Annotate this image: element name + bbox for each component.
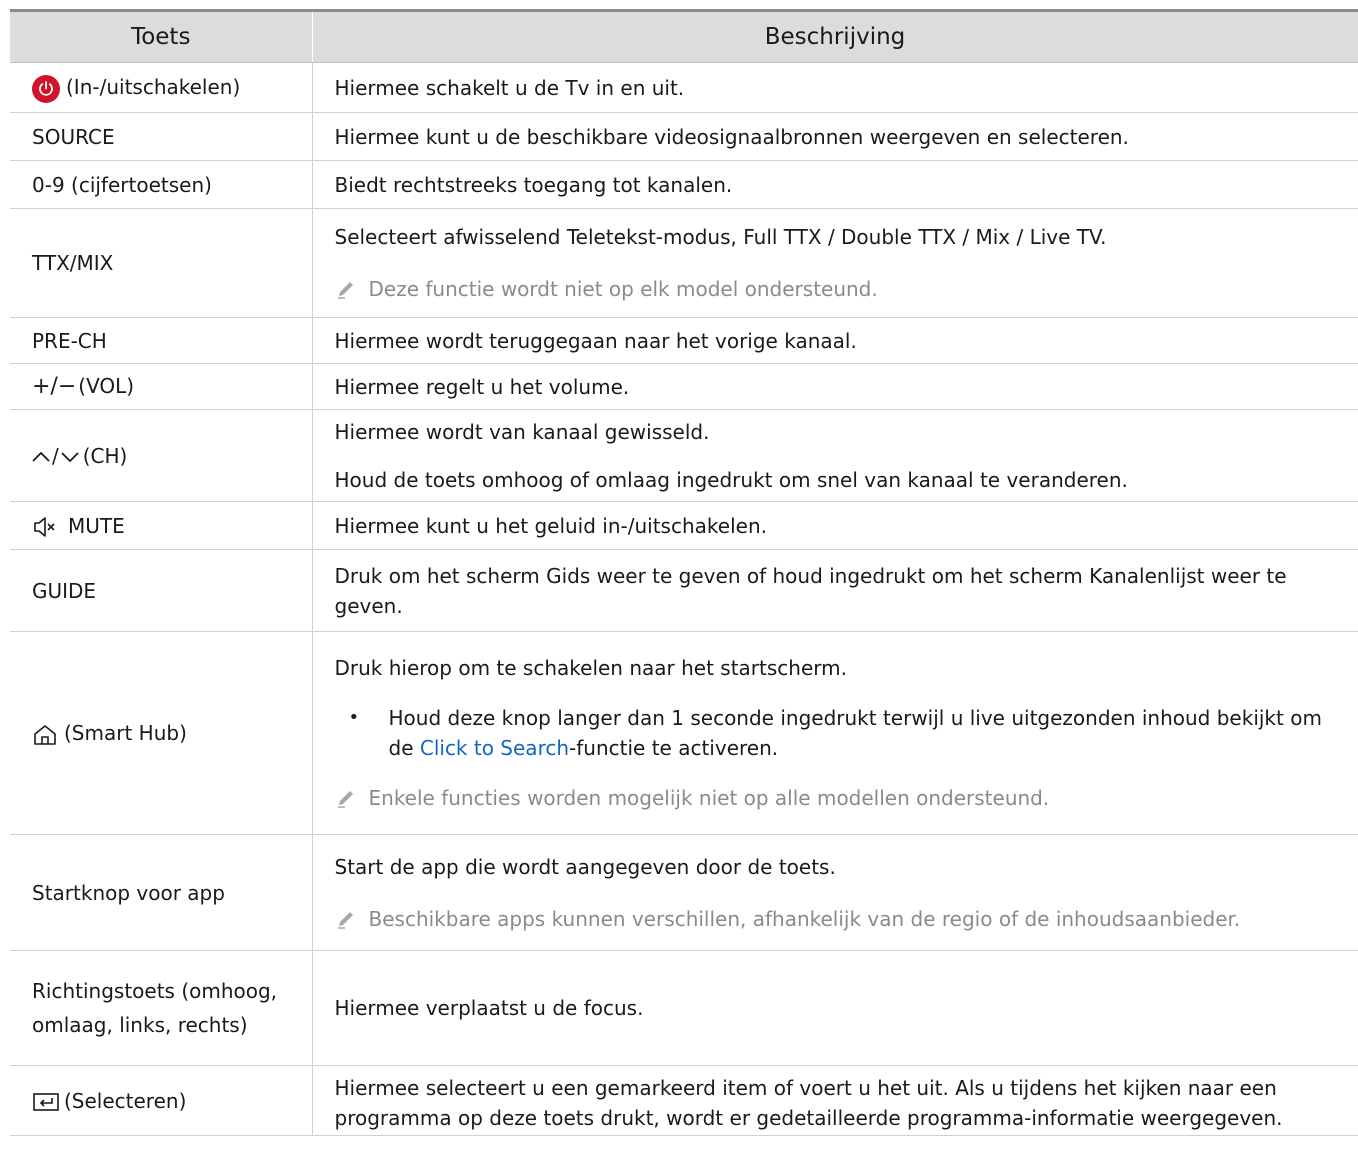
table-row: MUTE Hiermee kunt u het geluid in-/uitsc… — [10, 501, 1358, 550]
table-row: Richtingstoets (omhoog, omlaag, links, r… — [10, 950, 1358, 1066]
key-cell: 0-9 (cijfertoetsen) — [10, 160, 313, 209]
enter-icon — [33, 1093, 59, 1111]
plus-minus-icon: +/− — [32, 374, 77, 400]
key-cell: (In-/uitschakelen) — [10, 62, 313, 113]
key-cell: TTX/MIX — [10, 208, 313, 318]
table-row: +/− (VOL) Hiermee regelt u het volume. — [10, 363, 1358, 410]
note-text: Deze functie wordt niet op elk model ond… — [368, 277, 878, 301]
key-cell: PRE-CH — [10, 317, 313, 364]
description-cell: Hiermee wordt van kanaal gewisseld. Houd… — [312, 409, 1358, 502]
description-cell: Biedt rechtstreeks toegang tot kanalen. — [312, 160, 1358, 209]
pencil-note-icon — [337, 282, 353, 299]
description-text: Selecteert afwisselend Teletekst-modus, … — [334, 225, 1107, 249]
table-row: (In-/uitschakelen) Hiermee schakelt u de… — [10, 62, 1358, 113]
description-cell: Hiermee verplaatst u de focus. — [312, 950, 1358, 1066]
chevron-down-icon — [61, 452, 79, 463]
key-cell: (Selecteren) — [10, 1065, 313, 1136]
key-label: (Smart Hub) — [64, 721, 187, 745]
channel-separator: / — [52, 443, 59, 468]
key-label: (CH) — [82, 443, 128, 468]
table-row: GUIDE Druk om het scherm Gids weer te ge… — [10, 549, 1358, 632]
note: Deze functie wordt niet op elk model ond… — [335, 274, 1351, 304]
description-cell: Druk hierop om te schakelen naar het sta… — [312, 631, 1358, 835]
chevron-up-icon — [32, 451, 50, 462]
remote-keys-table: Toets Beschrijving (In-/uitschakelen) Hi… — [10, 9, 1358, 1136]
key-cell: / (CH) — [10, 409, 313, 502]
description-text: Start de app die wordt aangegeven door d… — [334, 854, 836, 879]
table-row: 0-9 (cijfertoetsen) Biedt rechtstreeks t… — [10, 160, 1358, 209]
key-cell: Richtingstoets (omhoog, omlaag, links, r… — [10, 950, 313, 1066]
bullet-item: • Houd deze knop langer dan 1 seconde in… — [335, 703, 1351, 763]
pencil-note-icon — [337, 791, 353, 808]
table-row: / (CH) Hiermee wordt van kanaal gewisseld… — [10, 409, 1358, 502]
click-to-search-link[interactable]: Click to Search — [420, 736, 569, 760]
note: Enkele functies worden mogelijk niet op … — [335, 783, 1351, 813]
key-cell: Startknop voor app — [10, 834, 313, 951]
description-text: Hiermee wordt teruggegaan naar het vorig… — [334, 328, 857, 353]
key-label: (Selecteren) — [64, 1088, 187, 1113]
description-cell: Hiermee kunt u de beschikbare videosigna… — [312, 112, 1358, 161]
pencil-note-icon — [337, 911, 353, 929]
key-cell: GUIDE — [10, 549, 313, 632]
note-text: Beschikbare apps kunnen verschillen, afh… — [368, 906, 1241, 931]
key-cell: SOURCE — [10, 112, 313, 161]
table-row: SOURCE Hiermee kunt u de beschikbare vid… — [10, 112, 1358, 161]
power-icon — [32, 74, 60, 103]
home-icon — [34, 724, 56, 745]
key-label: (VOL) — [78, 373, 135, 398]
note: Beschikbare apps kunnen verschillen, afh… — [335, 904, 1351, 934]
description-cell: Hiermee schakelt u de Tv in en uit. — [312, 62, 1358, 113]
description-cell: Hiermee kunt u het geluid in-/uitschakel… — [312, 501, 1358, 550]
table-header-row: Toets Beschrijving — [10, 9, 1358, 63]
description-text: Hiermee schakelt u de Tv in en uit. — [334, 75, 685, 100]
description-cell: Start de app die wordt aangegeven door d… — [312, 834, 1358, 951]
table-row: Startknop voor app Start de app die word… — [10, 834, 1358, 951]
description-text: Druk om het scherm Gids weer te geven of… — [334, 563, 1287, 618]
description-cell: Hiermee selecteert u een gemarkeerd item… — [312, 1065, 1358, 1136]
column-header-description: Beschrijving — [312, 9, 1358, 63]
description-text: Hiermee regelt u het volume. — [334, 374, 630, 399]
note-text: Enkele functies worden mogelijk niet op … — [368, 786, 1050, 810]
description-text: Druk hierop om te schakelen naar het sta… — [334, 656, 847, 680]
key-cell: (Smart Hub) — [10, 631, 313, 835]
description-text: Biedt rechtstreeks toegang tot kanalen. — [334, 172, 733, 197]
mute-icon — [34, 517, 55, 537]
bullet-dot: • — [348, 707, 360, 728]
description-text: Hiermee wordt van kanaal gewisseld. — [334, 419, 710, 444]
description-text: Houd de toets omhoog of omlaag ingedrukt… — [334, 467, 1128, 492]
description-cell: Druk om het scherm Gids weer te geven of… — [312, 549, 1358, 632]
description-cell: Hiermee wordt teruggegaan naar het vorig… — [312, 317, 1358, 364]
key-cell: +/− (VOL) — [10, 363, 313, 410]
description-text: Hiermee kunt u het geluid in-/uitschakel… — [334, 513, 767, 538]
key-label: MUTE — [68, 513, 125, 538]
description-text: Hiermee kunt u de beschikbare videosigna… — [334, 124, 1129, 149]
description-cell: Hiermee regelt u het volume. — [312, 363, 1358, 410]
table-row: (Selecteren) Hiermee selecteert u een ge… — [10, 1065, 1358, 1136]
description-text: Hiermee selecteert u een gemarkeerd item… — [334, 1075, 1283, 1130]
table-row: PRE-CH Hiermee wordt teruggegaan naar he… — [10, 317, 1358, 364]
key-cell: MUTE — [10, 501, 313, 550]
description-text: Hiermee verplaatst u de focus. — [334, 996, 644, 1020]
table-row: TTX/MIX Selecteert afwisselend Teletekst… — [10, 208, 1358, 318]
description-cell: Selecteert afwisselend Teletekst-modus, … — [312, 208, 1358, 318]
key-label: (In-/uitschakelen) — [66, 75, 241, 100]
table-row: (Smart Hub) Druk hierop om te schakelen … — [10, 631, 1358, 835]
column-header-key: Toets — [10, 9, 313, 63]
bullet-text: Houd deze knop langer dan 1 seconde inge… — [389, 703, 1351, 763]
bullet-text-post: -functie te activeren. — [569, 736, 779, 760]
